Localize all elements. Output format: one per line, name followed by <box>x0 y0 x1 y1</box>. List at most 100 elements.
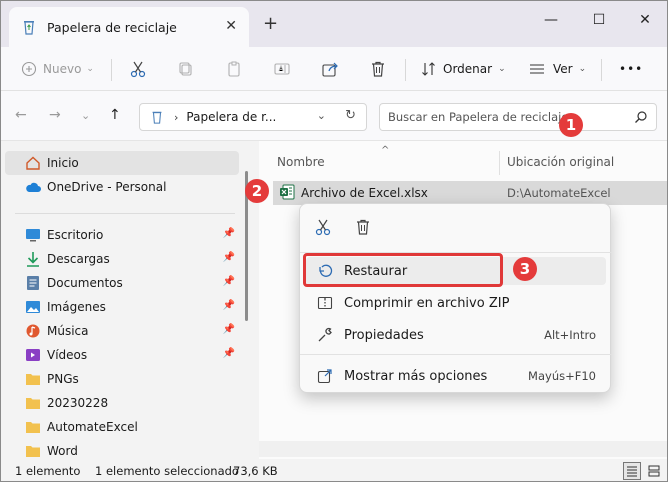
excel-file-icon <box>279 184 295 203</box>
menu-item-shortcut: Mayús+F10 <box>528 369 596 383</box>
cut-button[interactable] <box>129 56 147 82</box>
selection-size: 73,6 KB <box>233 464 278 478</box>
chevron-down-icon[interactable]: ⌄ <box>317 109 326 122</box>
chevron-down-icon: ⌄ <box>578 64 587 74</box>
sidebar-item-pngs[interactable]: PNGs <box>5 367 239 391</box>
more-options-button[interactable]: ••• <box>619 56 643 82</box>
sidebar-item-documentos[interactable]: Documentos 📌 <box>5 271 239 295</box>
home-icon <box>25 155 41 171</box>
documents-icon <box>25 275 41 291</box>
pin-icon[interactable]: 📌 <box>223 228 235 239</box>
context-menu-quick-actions <box>300 204 612 252</box>
tab-close-icon[interactable]: ✕ <box>225 18 237 34</box>
external-link-icon <box>316 367 334 385</box>
menu-item-label: Propiedades <box>344 327 424 343</box>
maximize-button[interactable]: ☐ <box>579 9 619 31</box>
new-button-label: Nuevo <box>43 62 82 76</box>
sidebar-item-videos[interactable]: Vídeos 📌 <box>5 343 239 367</box>
chevron-down-icon: ⌄ <box>86 64 94 74</box>
sidebar-item-label: Inicio <box>47 156 79 170</box>
item-count: 1 elemento <box>15 464 81 478</box>
file-row[interactable]: Archivo de Excel.xlsx D:\AutomateExcel <box>273 181 667 205</box>
command-bar: Nuevo ⌄ Ordenar ⌄ Ver ⌄ ••• <box>1 47 667 91</box>
title-bar: Papelera de reciclaje ✕ + — ☐ ✕ <box>1 1 667 47</box>
view-button[interactable]: Ver ⌄ <box>529 56 586 82</box>
context-menu: Restaurar Comprimir en archivo ZIP Propi… <box>299 203 612 393</box>
context-delete-button[interactable] <box>354 218 372 239</box>
sidebar-divider <box>15 213 235 214</box>
column-header-name[interactable]: Nombre <box>277 155 325 169</box>
music-icon <box>25 323 41 339</box>
share-button[interactable] <box>321 56 339 82</box>
sidebar-item-imagenes[interactable]: Imágenes 📌 <box>5 295 239 319</box>
recent-dropdown-icon[interactable]: ⌄ <box>81 109 90 122</box>
sidebar-item-onedrive[interactable]: OneDrive - Personal <box>5 175 239 199</box>
folder-icon <box>25 395 41 411</box>
sidebar-item-label: Word <box>47 444 78 458</box>
close-button[interactable]: ✕ <box>625 9 665 31</box>
menu-item-show-more[interactable]: Mostrar más opciones Mayús+F10 <box>306 362 606 390</box>
rename-button[interactable] <box>273 56 291 82</box>
menu-item-compress-zip[interactable]: Comprimir en archivo ZIP <box>306 289 606 317</box>
pin-icon[interactable]: 📌 <box>223 252 235 263</box>
restore-highlight-box <box>303 253 503 287</box>
horizontal-scrollbar[interactable] <box>259 441 667 457</box>
status-bar: 1 elemento 1 elemento seleccionado 73,6 … <box>1 459 667 481</box>
folder-icon <box>25 443 41 459</box>
paste-button[interactable] <box>225 56 243 82</box>
sidebar-item-label: OneDrive - Personal <box>47 180 167 194</box>
column-divider[interactable] <box>499 151 500 175</box>
chevron-down-icon: ⌄ <box>498 64 506 74</box>
selection-count: 1 elemento seleccionado <box>95 464 239 478</box>
pin-icon[interactable]: 📌 <box>223 324 235 335</box>
sidebar-item-label: Imágenes <box>47 300 106 314</box>
new-tab-button[interactable]: + <box>263 13 278 34</box>
sidebar-item-inicio[interactable]: Inicio <box>5 151 239 175</box>
tiles-view-button[interactable] <box>645 462 663 480</box>
back-arrow-icon[interactable]: ← <box>15 107 27 123</box>
download-icon <box>25 251 41 267</box>
menu-item-shortcut: Alt+Intro <box>544 328 596 342</box>
sidebar-item-20230228[interactable]: 20230228 <box>5 391 239 415</box>
sidebar-item-label: 20230228 <box>47 396 109 410</box>
details-view-button[interactable] <box>623 462 641 480</box>
tab-recycle-bin[interactable]: Papelera de reciclaje ✕ <box>9 7 249 47</box>
menu-item-properties[interactable]: Propiedades Alt+Intro <box>306 321 606 349</box>
sort-icon <box>421 61 437 77</box>
sidebar-item-descargas[interactable]: Descargas 📌 <box>5 247 239 271</box>
trash-icon <box>369 60 387 78</box>
search-box[interactable] <box>379 103 657 131</box>
minimize-button[interactable]: — <box>531 9 571 31</box>
breadcrumb-path[interactable]: Papelera de r... <box>186 110 276 124</box>
forward-arrow-icon[interactable]: → <box>49 107 61 123</box>
file-location: D:\AutomateExcel <box>507 186 611 200</box>
menu-item-label: Mostrar más opciones <box>344 368 488 384</box>
sidebar-item-musica[interactable]: Música 📌 <box>5 319 239 343</box>
plus-circle-icon <box>21 61 37 77</box>
search-icon[interactable] <box>634 110 648 127</box>
sort-ascending-icon: ^ <box>381 145 390 156</box>
delete-button[interactable] <box>369 56 387 82</box>
address-bar[interactable]: › Papelera de r... ⌄ ↻ <box>139 103 367 131</box>
menu-item-label: Comprimir en archivo ZIP <box>344 295 510 311</box>
sidebar-item-escritorio[interactable]: Escritorio 📌 <box>5 223 239 247</box>
breadcrumb-chevron-icon: › <box>174 110 179 124</box>
sort-button[interactable]: Ordenar ⌄ <box>421 56 506 82</box>
desktop-icon <box>25 227 41 243</box>
copy-button[interactable] <box>177 56 195 82</box>
pin-icon[interactable]: 📌 <box>223 348 235 359</box>
new-button[interactable]: Nuevo ⌄ <box>21 56 94 82</box>
sidebar-item-label: Descargas <box>47 252 110 266</box>
refresh-icon[interactable]: ↻ <box>345 108 356 123</box>
up-arrow-icon[interactable]: ↑ <box>109 107 121 123</box>
sidebar-item-label: PNGs <box>47 372 79 386</box>
sidebar-item-automateexcel[interactable]: AutomateExcel <box>5 415 239 439</box>
zip-folder-icon <box>316 294 334 312</box>
details-view-icon <box>627 466 637 477</box>
cloud-icon <box>25 179 41 195</box>
column-header-location[interactable]: Ubicación original <box>507 155 614 169</box>
pin-icon[interactable]: 📌 <box>223 276 235 287</box>
context-cut-button[interactable] <box>314 218 332 239</box>
step-badge-2: 2 <box>245 179 269 203</box>
pin-icon[interactable]: 📌 <box>223 300 235 311</box>
